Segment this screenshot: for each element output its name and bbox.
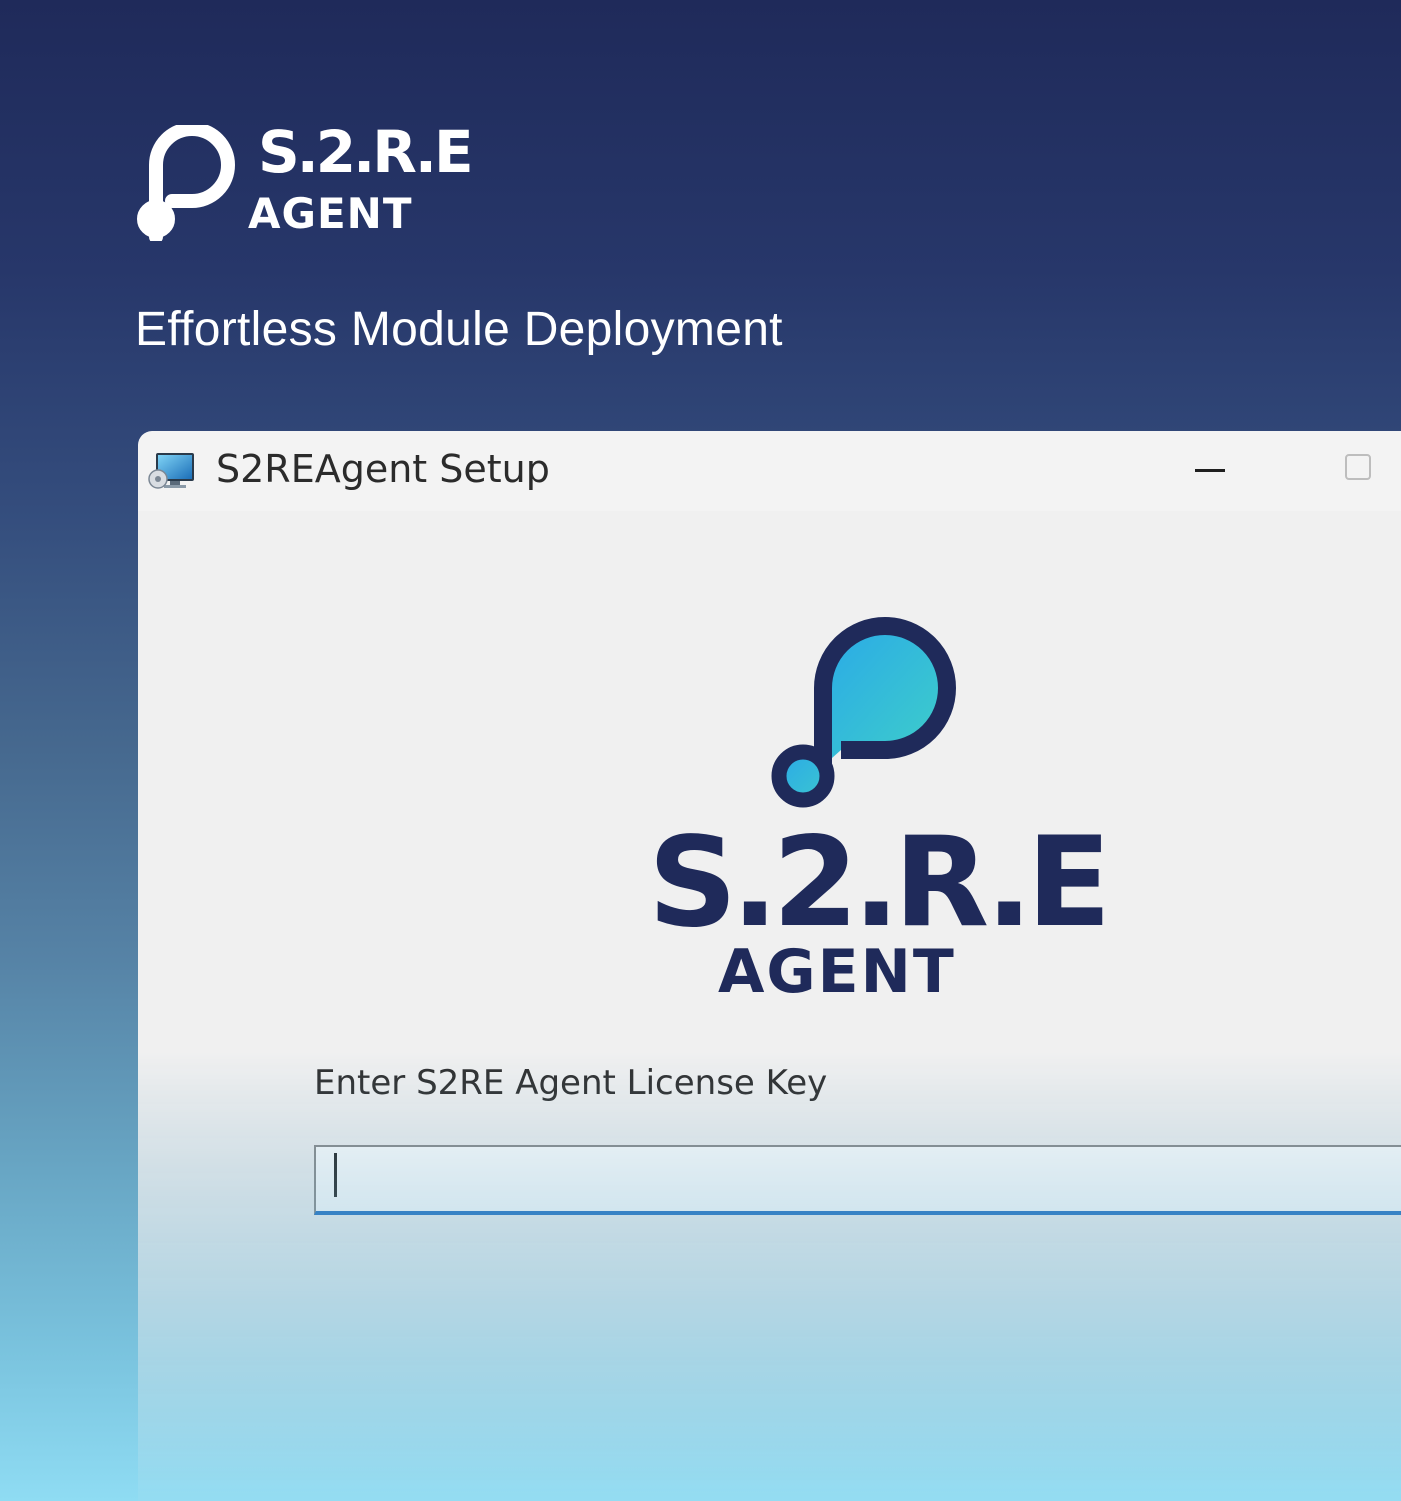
license-key-label: Enter S2RE Agent License Key: [314, 1063, 828, 1103]
maximize-icon: [1345, 454, 1371, 480]
brand-logo: S.2.R.E AGENT: [136, 118, 476, 243]
setup-monitor-icon: [148, 453, 194, 489]
product-subtitle: AGENT: [718, 937, 956, 1007]
window-title: S2REAgent Setup: [216, 447, 550, 491]
brand-subtitle: AGENT: [248, 189, 413, 238]
license-key-input[interactable]: [314, 1145, 1401, 1215]
s2re-loop-logo-icon: [137, 125, 235, 241]
title-bar[interactable]: S2REAgent Setup: [138, 431, 1401, 511]
maximize-button[interactable]: [1328, 447, 1392, 491]
product-name: S.2.R.E: [648, 811, 1111, 955]
product-logo: S.2.R.E AGENT: [638, 616, 1111, 1016]
minimize-icon: [1195, 469, 1225, 472]
tagline: Effortless Module Deployment: [135, 303, 783, 356]
minimize-button[interactable]: [1178, 451, 1242, 491]
text-caret: [334, 1153, 337, 1197]
brand-name: S.2.R.E: [258, 118, 474, 186]
s2re-loop-logo-icon: [771, 617, 956, 808]
setup-window: S2REAgent Setup S.2.R.E AGENT Enter S2RE…: [138, 431, 1401, 1501]
